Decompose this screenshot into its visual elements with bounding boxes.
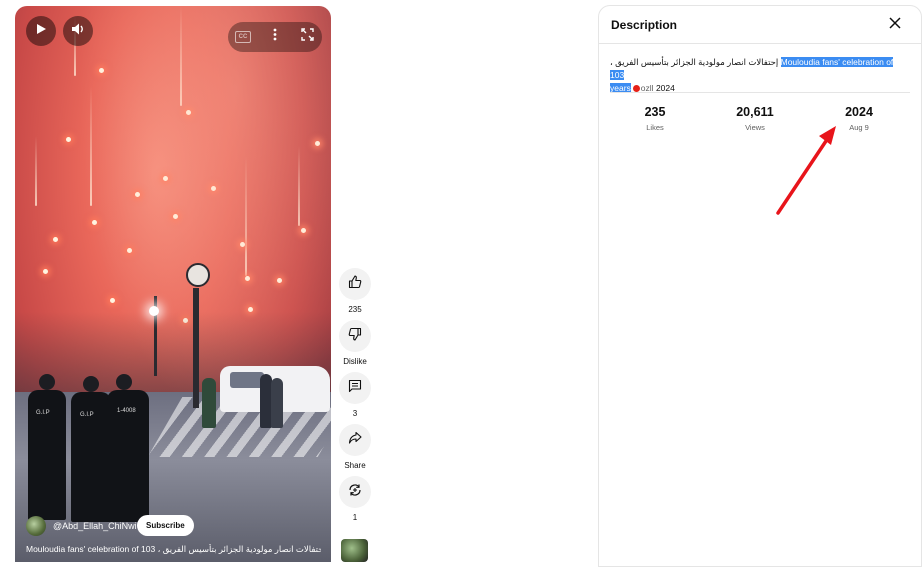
street-clock xyxy=(186,263,210,287)
comments-count: 3 xyxy=(352,409,358,418)
more-options-button[interactable] xyxy=(260,22,290,52)
police-officer: G.I.P xyxy=(71,392,111,522)
stat-likes: 235 Likes xyxy=(615,105,695,132)
video-title[interactable]: Mouloudia fans' celebration of 103 ، إحت… xyxy=(26,544,321,555)
dislike-label: Dislike xyxy=(343,357,367,366)
stats-divider xyxy=(610,92,910,93)
fullscreen-icon xyxy=(300,28,314,46)
views-value: 20,611 xyxy=(736,105,774,119)
sound-thumbnail[interactable] xyxy=(341,539,368,562)
dislike-button[interactable] xyxy=(339,320,371,352)
channel-name[interactable]: @Abd_Ellah_ChiNwi xyxy=(53,521,137,531)
more-vert-icon xyxy=(273,28,277,46)
play-button[interactable] xyxy=(26,16,56,46)
like-count: 235 xyxy=(348,305,362,314)
volume-button[interactable] xyxy=(63,16,93,46)
share-button[interactable] xyxy=(339,424,371,456)
description-panel: Description ، إحتفالات انصار مولودية الج… xyxy=(598,5,922,567)
channel-avatar[interactable] xyxy=(26,516,46,536)
description-text[interactable]: ، إحتفالات انصار مولودية الجزائر بتأسيس … xyxy=(610,56,900,95)
comment-icon xyxy=(348,379,362,398)
clock-pole xyxy=(193,288,199,408)
officer-badge: 1-4008 xyxy=(117,408,136,414)
fullscreen-button[interactable] xyxy=(292,22,322,52)
stat-date: 2024 Aug 9 xyxy=(819,105,899,132)
divider xyxy=(599,43,921,44)
like-action: 235 xyxy=(339,268,371,314)
description-arabic: ، إحتفالات انصار مولودية الجزائر بتأسيس … xyxy=(610,57,779,67)
remix-count: 1 xyxy=(352,513,358,522)
remix-button[interactable] xyxy=(339,476,371,508)
close-icon xyxy=(889,16,901,34)
share-label: Share xyxy=(344,461,366,470)
comments-button[interactable] xyxy=(339,372,371,404)
police-officer: 1-4008 xyxy=(107,390,149,522)
dislike-action: Dislike xyxy=(339,320,371,366)
volume-icon xyxy=(71,22,85,41)
lamp-light xyxy=(149,306,159,316)
player-controls-pill: CC xyxy=(228,22,322,52)
views-label: Views xyxy=(745,123,765,132)
officer-head xyxy=(83,376,99,392)
police-officer: G.I.P xyxy=(28,390,66,520)
thumbs-up-icon xyxy=(348,274,362,294)
captions-button[interactable]: CC xyxy=(228,22,258,52)
likes-label: Likes xyxy=(646,123,664,132)
subscribe-button[interactable]: Subscribe xyxy=(137,515,194,536)
remix-action: 1 xyxy=(339,476,371,522)
thumbs-down-icon xyxy=(348,327,362,346)
likes-value: 235 xyxy=(644,105,666,119)
officer-head xyxy=(116,374,132,390)
date-day: Aug 9 xyxy=(849,123,869,132)
play-icon xyxy=(35,22,47,40)
stat-views: 20,611 Views xyxy=(715,105,795,132)
pedestrian xyxy=(271,378,283,428)
like-button[interactable] xyxy=(339,268,371,300)
pedestrian xyxy=(202,378,216,428)
red-dot-icon xyxy=(632,85,640,92)
panel-title: Description xyxy=(611,18,678,32)
share-icon xyxy=(348,431,362,450)
video-player[interactable]: G.I.P G.I.P 1-4008 CC xyxy=(15,6,331,562)
comments-action: 3 xyxy=(339,372,371,418)
close-button[interactable] xyxy=(887,17,903,33)
remix-icon xyxy=(348,483,362,502)
captions-icon: CC xyxy=(235,31,251,43)
officer-badge: G.I.P xyxy=(36,410,50,416)
officer-head xyxy=(39,374,55,390)
share-action: Share xyxy=(339,424,371,470)
officer-badge: G.I.P xyxy=(80,412,94,418)
date-year: 2024 xyxy=(845,105,873,119)
